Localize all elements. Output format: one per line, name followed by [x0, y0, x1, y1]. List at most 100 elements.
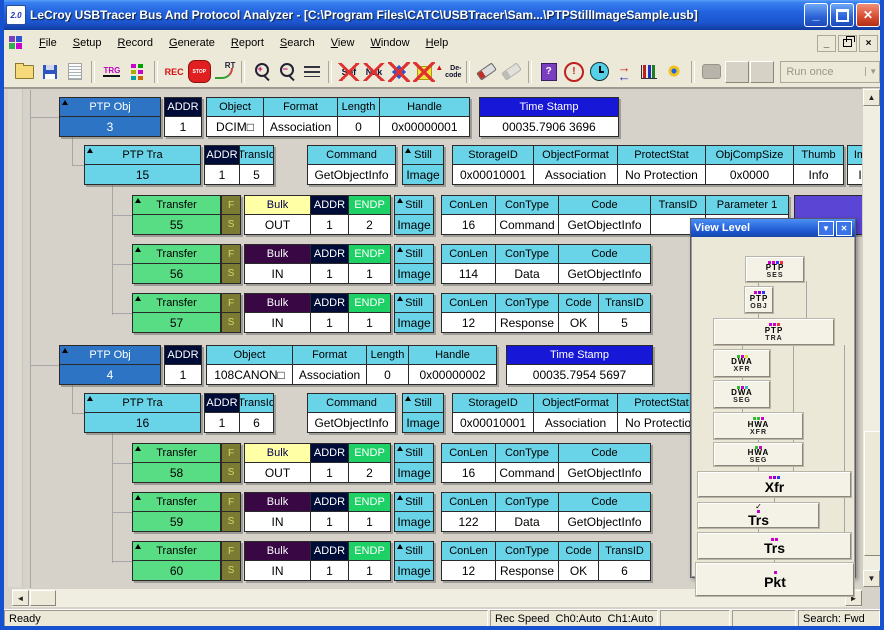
trace-box[interactable]: FS [221, 293, 241, 333]
trace-cell[interactable]: TransID5 [598, 294, 650, 332]
collapse-arrow-icon[interactable] [87, 148, 93, 153]
trace-cell[interactable]: ConLen12 [442, 294, 495, 332]
trace-box[interactable]: BulkINADDR1ENDP1 [244, 492, 391, 532]
trace-box[interactable]: BulkOUTADDR1ENDP2 [244, 195, 391, 235]
trace-cell[interactable]: Transfer59 [133, 493, 220, 531]
trace-cell[interactable]: ObjectDCIM□ [207, 98, 263, 136]
minimize-button[interactable]: _ [804, 3, 828, 27]
collapse-arrow-icon[interactable] [135, 544, 141, 549]
trace-cell[interactable]: Handle0x00000001 [379, 98, 469, 136]
trace-box[interactable]: CommandGetObjectInfo [307, 393, 396, 433]
trace-cell[interactable]: PTP Tra15 [85, 146, 200, 184]
trace-box[interactable]: Transfer59 [132, 492, 221, 532]
menu-setup[interactable]: Setup [65, 34, 110, 52]
trace-box[interactable]: PTP Tra15 [84, 145, 201, 185]
trace-cell[interactable]: ConLen16 [442, 196, 495, 234]
error-summary-button[interactable]: ! [561, 59, 586, 85]
timing-calculator-button[interactable] [586, 59, 611, 85]
trace-box[interactable]: Transfer58 [132, 443, 221, 483]
trace-cell[interactable]: CodeOK [558, 542, 598, 580]
trace-cell[interactable]: TransId6 [239, 394, 273, 432]
trace-box[interactable]: ADDR1 [164, 345, 202, 385]
bus-utilization-button[interactable] [637, 59, 662, 85]
menu-window[interactable]: Window [362, 34, 417, 52]
trace-cell[interactable]: ADDR1 [310, 542, 348, 580]
collapse-arrow-icon[interactable] [405, 396, 411, 401]
trace-cell[interactable]: ADDR1 [310, 196, 348, 234]
open-file-button[interactable] [12, 59, 37, 85]
display-options-button[interactable]: ? [536, 59, 561, 85]
trace-box[interactable]: StillImage [394, 443, 434, 483]
trace-cell[interactable]: FormatAssociation [263, 98, 337, 136]
trace-box[interactable]: ObjectDCIM□FormatAssociationLength0Handl… [206, 97, 470, 137]
trace-cell[interactable]: ConTypeData [495, 493, 558, 531]
trace-cell[interactable]: ConTypeCommand [495, 196, 558, 234]
trace-cell[interactable]: ConTypeResponse [495, 294, 558, 332]
view-level-dwa-xfr-button[interactable]: DWAXFR [714, 350, 770, 377]
trace-box[interactable]: ConLen12ConTypeResponseCodeOKTransID5 [441, 293, 651, 333]
trace-box[interactable]: FS [221, 492, 241, 532]
maximize-button[interactable] [830, 3, 854, 27]
find-button[interactable] [474, 59, 499, 85]
trace-box[interactable]: ConLen16ConTypeCommandCodeGetObjectInfo [441, 443, 651, 483]
trace-cell[interactable]: Transfer58 [133, 444, 220, 482]
menu-generate[interactable]: Generate [161, 34, 223, 52]
realtime-stats-button[interactable]: RT [212, 59, 237, 85]
menu-view[interactable]: View [323, 34, 363, 52]
trace-cell[interactable]: ObjCompSize0x0000 [705, 146, 793, 184]
scroll-left-button[interactable]: ◄ [12, 590, 29, 606]
trace-cell[interactable]: FS [222, 444, 240, 482]
combo-arrow-icon[interactable]: ▼ [865, 67, 877, 76]
trace-cell[interactable]: ProtectStatNo Protection [617, 146, 705, 184]
trace-cell[interactable]: Length0 [366, 346, 408, 384]
collapse-arrow-icon[interactable] [397, 198, 403, 203]
trace-cell[interactable]: ADDR1 [310, 444, 348, 482]
trace-cell[interactable]: FS [222, 294, 240, 332]
trace-box[interactable]: Transfer57 [132, 293, 221, 333]
collapse-arrow-icon[interactable] [135, 198, 141, 203]
trace-box[interactable]: StorageID0x00010001ObjectFormatAssociati… [452, 393, 706, 433]
trace-cell[interactable]: ENDP1 [348, 294, 390, 332]
menu-report[interactable]: Report [223, 34, 272, 52]
trace-cell[interactable]: ConTypeResponse [495, 542, 558, 580]
trace-cell[interactable]: BulkIN [245, 294, 310, 332]
collapse-arrow-icon[interactable] [397, 544, 403, 549]
vertical-scrollbar[interactable]: ▲ ▼ [862, 88, 881, 588]
trace-cell[interactable]: CodeOK [558, 294, 598, 332]
trace-cell[interactable]: Transfer60 [133, 542, 220, 580]
menu-record[interactable]: Record [110, 34, 161, 52]
trace-cell[interactable]: ConLen16 [442, 444, 495, 482]
collapse-arrow-icon[interactable] [397, 296, 403, 301]
trace-cell[interactable]: BulkIN [245, 245, 310, 283]
trace-cell[interactable]: FormatAssociation [292, 346, 366, 384]
trace-cell[interactable]: BulkOUT [245, 196, 310, 234]
trace-cell[interactable]: FS [222, 493, 240, 531]
popup-dropdown-button[interactable]: ▼ [818, 221, 834, 236]
trace-box[interactable]: ConLen114ConTypeDataCodeGetObjectInfo [441, 244, 651, 284]
trace-cell[interactable]: PTP Tra16 [85, 394, 200, 432]
edit-comment-button[interactable] [62, 59, 87, 85]
view-level-ptp-ses-button[interactable]: PTPSES [746, 257, 804, 282]
scroll-up-button[interactable]: ▲ [863, 89, 880, 106]
collapse-arrow-icon[interactable] [135, 446, 141, 451]
collapse-arrow-icon[interactable] [397, 446, 403, 451]
trace-box[interactable]: BulkINADDR1ENDP1 [244, 244, 391, 284]
trace-box[interactable]: StillImage [394, 195, 434, 235]
trace-box[interactable]: PTP Obj4 [59, 345, 161, 385]
trace-box[interactable]: FS [221, 443, 241, 483]
trace-cell[interactable]: ENDP1 [348, 493, 390, 531]
scroll-down-button[interactable]: ▼ [863, 570, 880, 587]
view-level-dwa-seg-button[interactable]: DWASEG [714, 381, 770, 408]
trace-cell[interactable]: ADDR1 [310, 294, 348, 332]
trace-cell[interactable]: Handle0x00000002 [408, 346, 496, 384]
view-level-hwa-xfr-button[interactable]: HWAXFR [714, 413, 803, 439]
menu-search[interactable]: Search [272, 34, 323, 52]
trace-cell[interactable]: BulkIN [245, 493, 310, 531]
trace-cell[interactable]: CodeGetObjectInfo [558, 245, 650, 283]
trace-cell[interactable]: ConLen114 [442, 245, 495, 283]
view-level-ptp-tra-button[interactable]: PTPTRA [714, 319, 834, 345]
collapse-arrow-icon[interactable] [397, 495, 403, 500]
collapse-arrow-icon[interactable] [397, 247, 403, 252]
trace-cell[interactable]: ADDR1 [310, 493, 348, 531]
trace-cell[interactable]: Transfer56 [133, 245, 220, 283]
